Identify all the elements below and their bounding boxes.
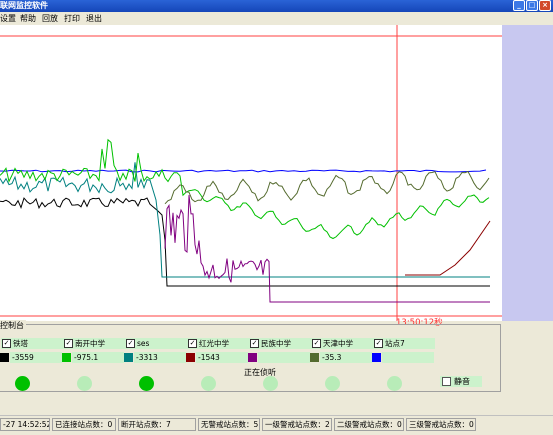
title-bar: 联网监控软件 _ □ × <box>0 0 553 12</box>
station-value <box>382 352 434 363</box>
station-toggle[interactable]: ✓ 铁塔 <box>1 338 63 349</box>
menu-help[interactable]: 帮助 <box>20 13 36 24</box>
station-color-swatch <box>186 353 195 362</box>
minimize-button[interactable]: _ <box>513 0 525 11</box>
station-color-swatch <box>124 353 133 362</box>
station-color-swatch <box>62 353 71 362</box>
station-value: -3559 <box>10 352 62 363</box>
station-toggle[interactable]: ✓ ses <box>125 338 187 349</box>
status-bar: -27 14:52:52 已连接站点数：0 断开站点数：7 无警戒站点数：5 一… <box>0 415 553 435</box>
menu-bar: 设置 帮助 回放 打印 退出 <box>0 12 553 25</box>
station-name: 红光中学 <box>199 339 229 348</box>
station-color-swatch <box>310 353 319 362</box>
monitor-plot <box>0 25 502 321</box>
station-name: 站点7 <box>385 339 405 348</box>
station-color-swatch <box>372 353 381 362</box>
station-checkbox[interactable]: ✓ <box>64 339 73 348</box>
series-line-tianjin <box>164 170 490 205</box>
station-status-led <box>139 376 154 391</box>
status-level3: 三级警戒站点数：0 <box>406 418 476 431</box>
station-name: ses <box>137 339 150 348</box>
station-color-swatch <box>248 353 257 362</box>
station-color-swatch <box>0 353 9 362</box>
station-toggle[interactable]: ✓ 南开中学 <box>63 338 125 349</box>
waveform-chart <box>0 25 502 321</box>
station-name: 南开中学 <box>75 339 105 348</box>
station-toggle[interactable]: ✓ 站点7 <box>373 338 435 349</box>
status-level1: 一级警戒站点数：2 <box>262 418 332 431</box>
station-name: 天津中学 <box>323 339 353 348</box>
window-controls: _ □ × <box>513 0 551 12</box>
series-line-ses <box>0 162 490 278</box>
station-status-led <box>201 376 216 391</box>
menu-exit[interactable]: 退出 <box>86 13 102 24</box>
menu-print[interactable]: 打印 <box>64 13 80 24</box>
station-name: 铁塔 <box>13 339 28 348</box>
station-value: -3313 <box>134 352 186 363</box>
control-panel-title: 控制台 <box>0 320 26 331</box>
status-level2: 二级警戒站点数：0 <box>334 418 404 431</box>
mute-checkbox[interactable]: 静音 <box>440 376 482 387</box>
right-panel <box>502 25 553 321</box>
station-checkbox[interactable]: ✓ <box>250 339 259 348</box>
station-checkbox[interactable]: ✓ <box>188 339 197 348</box>
station-toggle[interactable]: ✓ 红光中学 <box>187 338 249 349</box>
status-disconnected: 断开站点数：7 <box>118 418 196 431</box>
station-checkbox[interactable]: ✓ <box>2 339 11 348</box>
station-checkbox[interactable]: ✓ <box>312 339 321 348</box>
station-checkbox[interactable]: ✓ <box>126 339 135 348</box>
window-title: 联网监控软件 <box>0 1 48 10</box>
series-line-hongguang <box>405 220 491 276</box>
station-value <box>258 352 310 363</box>
station-value: -1543 <box>196 352 248 363</box>
station-status-led <box>325 376 340 391</box>
station-name: 民族中学 <box>261 339 291 348</box>
station-status-led <box>387 376 402 391</box>
menu-settings[interactable]: 设置 <box>0 13 16 24</box>
status-datetime: -27 14:52:52 <box>0 418 50 431</box>
station-status-led <box>263 376 278 391</box>
status-connected: 已连接站点数：0 <box>52 418 116 431</box>
station-status-led <box>77 376 92 391</box>
close-button[interactable]: × <box>539 0 551 11</box>
menu-playback[interactable]: 回放 <box>42 13 58 24</box>
series-line-tieta <box>0 197 490 287</box>
station-value: -975.1 <box>72 352 124 363</box>
station-status-led <box>15 376 30 391</box>
station-checkbox[interactable]: ✓ <box>374 339 383 348</box>
maximize-button[interactable]: □ <box>526 0 538 11</box>
station-value: -35.3 <box>320 352 372 363</box>
status-no-alarm: 无警戒站点数：5 <box>198 418 260 431</box>
mute-checkbox-box[interactable] <box>442 377 451 386</box>
mute-label: 静音 <box>454 377 470 386</box>
listening-status: 正在侦听 <box>244 368 276 377</box>
station-toggle[interactable]: ✓ 天津中学 <box>311 338 373 349</box>
station-toggle[interactable]: ✓ 民族中学 <box>249 338 311 349</box>
